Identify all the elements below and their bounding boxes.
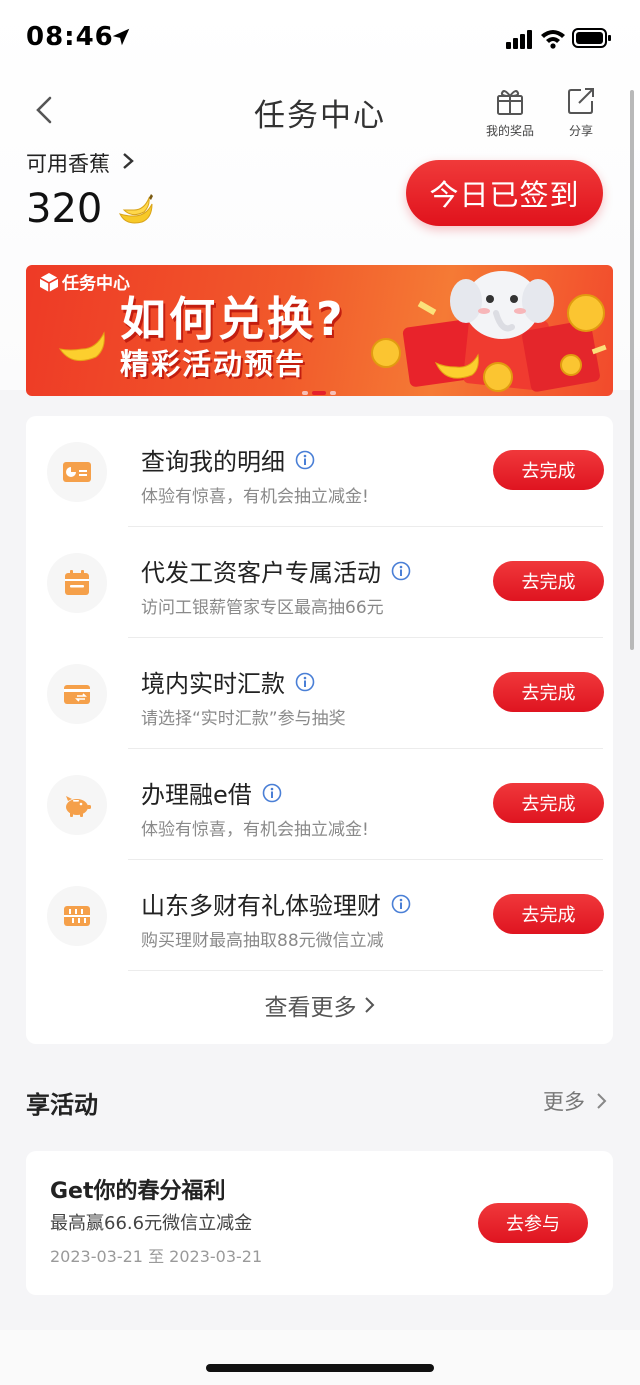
info-icon[interactable] [262,783,282,803]
share-button[interactable]: 分享 [556,86,606,139]
activity-title: Get你的春分福利 [50,1179,226,1204]
task-title: 代发工资客户专属活动 [141,559,381,587]
task-title: 境内实时汇款 [141,670,285,698]
info-icon[interactable] [295,672,315,692]
cube-icon [39,272,59,292]
home-indicator[interactable] [206,1364,434,1372]
activity-date-range: 2023-03-21 至 2023-03-21 [50,1247,263,1266]
divider [128,970,603,971]
task-title-wrap: 办理融e借 [141,775,282,810]
task-title: 查询我的明细 [141,448,285,476]
task-title: 办理融e借 [141,781,252,809]
task-row: 山东多财有礼体验理财 购买理财最高抽取88元微信立减 去完成 [26,860,613,971]
signed-in-today-button[interactable]: 今日已签到 [406,160,603,226]
task-description: 体验有惊喜，有机会抽立减金! [141,820,369,840]
banana-icon [119,194,153,224]
task-title: 山东多财有礼体验理财 [141,892,381,920]
chevron-right-icon [597,1093,607,1109]
task-row: 境内实时汇款 请选择“实时汇款”参与抽奖 去完成 [26,638,613,749]
calendar-icon [65,570,89,595]
complete-task-button[interactable]: 去完成 [493,783,604,823]
page-title: 任务中心 [254,98,386,134]
status-bar: 08:46 [0,0,640,76]
task-title-wrap: 查询我的明细 [141,442,315,477]
task-list-card: 查询我的明细 体验有惊喜，有机会抽立减金! 去完成 代发工资客户专属活动 访问工… [26,416,613,1044]
view-more-label: 查看更多 [264,995,357,1021]
gift-icon [497,90,523,115]
task-icon-background [47,664,107,724]
task-icon-background [47,775,107,835]
piggy-bank-icon [66,796,91,817]
activity-card[interactable]: Get你的春分福利 最高赢66.6元微信立减金 2023-03-21 至 202… [26,1151,613,1295]
activity-description: 最高赢66.6元微信立减金 [50,1213,253,1234]
activities-section-title: 享活动 [26,1091,98,1119]
banner-pagination [302,391,336,395]
task-description: 购买理财最高抽取88元微信立减 [141,931,384,951]
task-description: 请选择“实时汇款”参与抽奖 [141,709,346,729]
task-row: 查询我的明细 体验有惊喜，有机会抽立减金! 去完成 [26,416,613,527]
view-more-link[interactable]: 查看更多 [26,988,613,1022]
banana-balance-label[interactable]: 可用香蕉 [26,148,110,178]
task-description: 访问工银薪管家专区最高抽66元 [141,598,384,618]
join-activity-button[interactable]: 去参与 [478,1203,588,1243]
task-title-wrap: 境内实时汇款 [141,664,315,699]
scrollbar[interactable] [630,90,634,650]
share-icon [568,88,594,114]
location-arrow-icon [112,28,130,46]
complete-task-button[interactable]: 去完成 [493,450,604,490]
info-icon[interactable] [295,450,315,470]
banana-balance-value: 320 [26,186,103,232]
task-title-wrap: 代发工资客户专属活动 [141,553,411,588]
activities-more-link[interactable]: 更多 [543,1086,607,1116]
info-icon[interactable] [391,561,411,581]
banner-tag: 任务中心 [38,269,130,294]
task-row: 代发工资客户专属活动 访问工银薪管家专区最高抽66元 去完成 [26,527,613,638]
banner-title: 如何兑换? [120,292,346,346]
bottom-safe-area [0,1330,640,1385]
my-prizes-label: 我的奖品 [485,124,534,138]
task-icon-background [47,886,107,946]
more-label: 更多 [543,1090,585,1114]
complete-task-button[interactable]: 去完成 [493,672,604,712]
finance-icon [64,906,90,926]
task-icon-background [47,553,107,613]
complete-task-button[interactable]: 去完成 [493,561,604,601]
banner-subtitle: 精彩活动预告 [120,347,307,381]
chevron-right-icon [364,997,374,1013]
complete-task-button[interactable]: 去完成 [493,894,604,934]
my-prizes-button[interactable]: 我的奖品 [480,86,540,139]
status-time: 08:46 [26,22,114,52]
task-row: 办理融e借 体验有惊喜，有机会抽立减金! 去完成 [26,749,613,860]
detail-icon [63,462,91,482]
task-description: 体验有惊喜，有机会抽立减金! [141,487,369,507]
info-icon[interactable] [391,894,411,914]
chevron-right-icon[interactable] [121,150,135,172]
share-label: 分享 [568,124,593,138]
task-title-wrap: 山东多财有礼体验理财 [141,886,411,921]
wifi-icon [541,30,565,49]
promo-banner[interactable]: 任务中心 如何兑换? 精彩活动预告 [26,265,613,396]
transfer-card-icon [64,685,90,704]
battery-icon [572,28,611,48]
task-icon-background [47,442,107,502]
cellular-signal-icon [506,30,532,49]
